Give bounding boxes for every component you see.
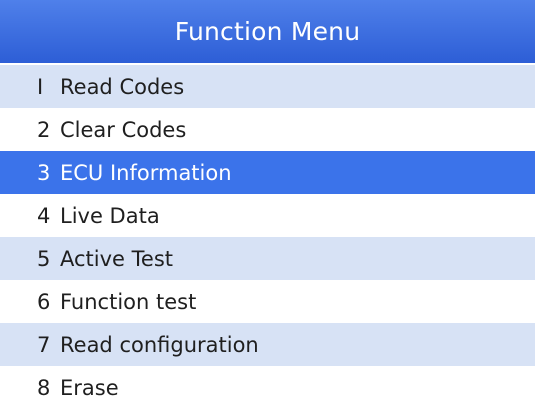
menu-item-read-configuration[interactable]: 7 Read configuration <box>0 323 535 366</box>
menu-item-label: ECU Information <box>60 160 232 185</box>
menu-item-label: Active Test <box>60 246 173 271</box>
menu-item-label: Live Data <box>60 203 160 228</box>
page-title: Function Menu <box>174 17 361 46</box>
menu-item-live-data[interactable]: 4 Live Data <box>0 194 535 237</box>
menu-item-active-test[interactable]: 5 Active Test <box>0 237 535 280</box>
menu-item-function-test[interactable]: 6 Function test <box>0 280 535 323</box>
menu-item-clear-codes[interactable]: 2 Clear Codes <box>0 108 535 151</box>
menu-item-label: Clear Codes <box>60 117 187 142</box>
title-bar: Function Menu <box>0 0 535 63</box>
menu-item-number: 6 <box>37 289 51 314</box>
menu-item-label: Function test <box>60 289 197 314</box>
menu-item-label: Read Codes <box>60 74 185 99</box>
menu-item-number: 8 <box>37 375 51 400</box>
menu-item-number: 7 <box>37 332 51 357</box>
menu-item-number: 3 <box>37 160 51 185</box>
menu-item-number: 2 <box>37 117 51 142</box>
menu-item-label: Erase <box>60 375 119 400</box>
function-menu-screen: Function Menu I Read Codes 2 Clear Codes… <box>0 0 535 400</box>
function-menu-list: I Read Codes 2 Clear Codes 3 ECU Informa… <box>0 65 535 400</box>
menu-item-number: 4 <box>37 203 51 228</box>
menu-item-number: I <box>37 74 44 99</box>
menu-item-erase[interactable]: 8 Erase <box>0 366 535 400</box>
menu-item-number: 5 <box>37 246 51 271</box>
menu-item-read-codes[interactable]: I Read Codes <box>0 65 535 108</box>
menu-item-ecu-information[interactable]: 3 ECU Information <box>0 151 535 194</box>
menu-item-label: Read configuration <box>60 332 259 357</box>
